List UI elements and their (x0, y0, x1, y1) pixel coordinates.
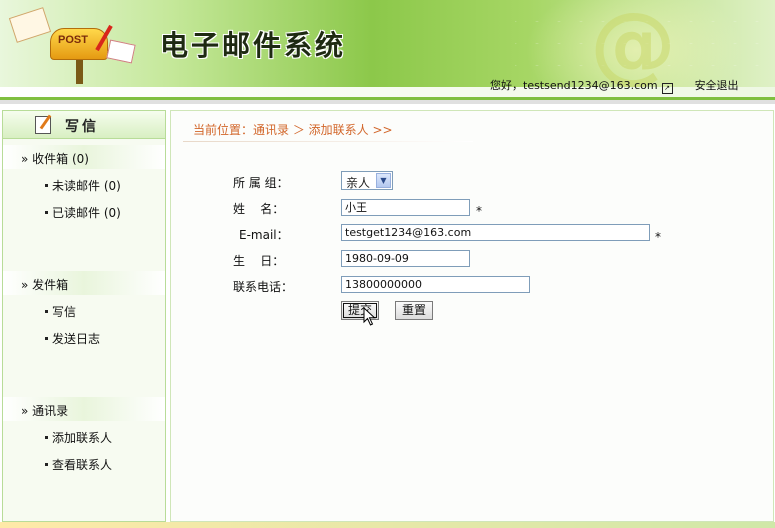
mailbox-logo-icon: POST (8, 6, 140, 86)
header-shadow (0, 100, 775, 104)
email-label: E-mail： (239, 228, 289, 242)
sidebar-item-send-log[interactable]: 发送日志 (45, 330, 100, 347)
external-link-icon[interactable]: ↗ (661, 83, 673, 94)
logout-link[interactable]: 安全退出 (695, 79, 739, 92)
user-greeting: 您好，testsend1234@163.com (490, 79, 658, 92)
email-required-mark: * (655, 230, 661, 244)
reset-button[interactable]: 重置 (395, 301, 434, 320)
name-input[interactable]: 小王 (341, 199, 470, 216)
sidebar: 写信 » 收件箱 (0) 未读邮件 (0) 已读邮件 (0) » 发件箱 写信 … (2, 110, 166, 522)
phone-label: 联系电话： (233, 280, 294, 294)
sidebar-section-label: » 发件箱 (21, 278, 69, 292)
name-label: 姓 名： (233, 202, 285, 216)
envelope-icon (8, 7, 52, 43)
sidebar-item-read[interactable]: 已读邮件 (0) (45, 204, 121, 221)
sidebar-item-add-contact[interactable]: 添加联系人 (45, 429, 112, 446)
sidebar-section-contacts[interactable]: » 通讯录 (3, 397, 165, 421)
sidebar-item-write[interactable]: 写信 (45, 303, 76, 320)
footer-line (0, 522, 775, 528)
sidebar-item-unread[interactable]: 未读邮件 (0) (45, 177, 121, 194)
sidebar-section-label: » 通讯录 (21, 404, 69, 418)
user-info: 您好，testsend1234@163.com ↗ 安全退出 (490, 77, 739, 94)
sidebar-section-outbox[interactable]: » 发件箱 (3, 271, 165, 295)
group-select-value: 亲人 (346, 176, 371, 190)
compose-button[interactable]: 写信 (3, 111, 165, 139)
group-label: 所 属 组： (233, 176, 289, 190)
birthday-label: 生 日： (233, 254, 285, 268)
app-title: 电子邮件系统 (160, 29, 347, 62)
breadcrumb: 当前位置：通讯录 ＞ 添加联系人 >> (193, 123, 393, 137)
logo-text: POST (58, 34, 88, 46)
group-select[interactable]: 亲人 ▼ (341, 171, 393, 190)
small-envelope-icon (106, 39, 136, 64)
sidebar-item-view-contacts[interactable]: 查看联系人 (45, 456, 112, 473)
main-panel: 当前位置：通讯录 ＞ 添加联系人 >> 所 属 组： 亲人 ▼ 姓 名： 小王 … (170, 110, 774, 522)
name-required-mark: * (476, 204, 482, 218)
compose-icon (35, 116, 51, 134)
birthday-input[interactable]: 1980-09-09 (341, 250, 470, 267)
mouse-cursor-icon (363, 307, 376, 326)
breadcrumb-divider (183, 141, 473, 142)
compose-label: 写信 (65, 119, 99, 135)
dropdown-arrow-icon[interactable]: ▼ (376, 173, 391, 188)
sidebar-section-inbox[interactable]: » 收件箱 (0) (3, 145, 165, 169)
phone-input[interactable]: 13800000000 (341, 276, 530, 293)
sidebar-section-label: » 收件箱 (0) (21, 152, 89, 166)
header-banner: @ POST 电子邮件系统 您好，testsend1234@163.com ↗ 安全… (0, 0, 775, 97)
email-input[interactable]: testget1234@163.com (341, 224, 650, 241)
